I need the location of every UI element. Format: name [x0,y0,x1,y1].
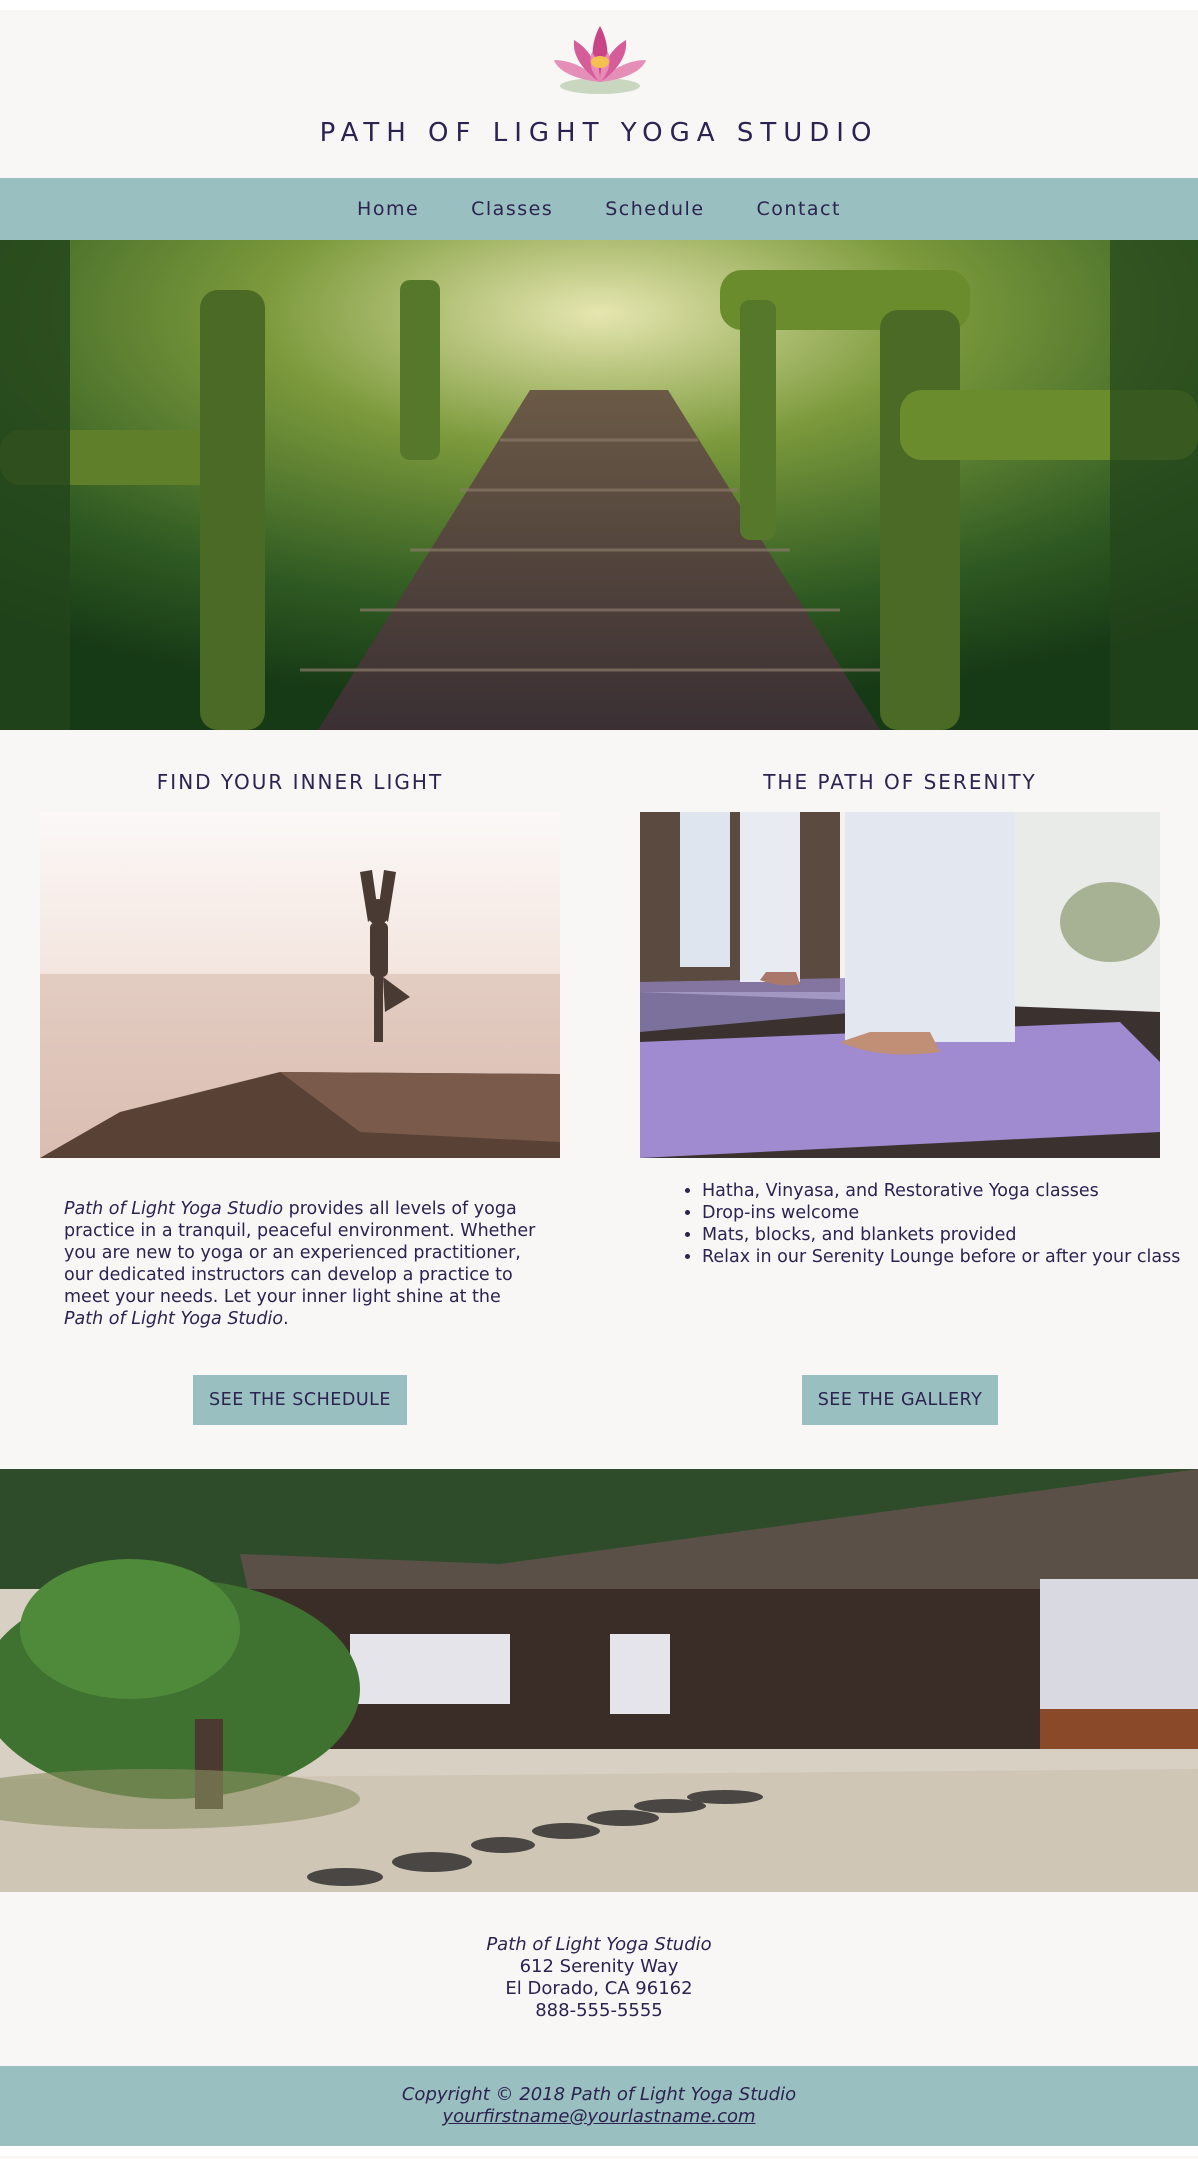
see-gallery-button[interactable]: SEE THE GALLERY [802,1375,998,1425]
top-gap [0,0,1198,10]
studio-description: Path of Light Yoga Studio provides all l… [64,1198,544,1330]
feature-list: Hatha, Vinyasa, and Restorative Yoga cla… [664,1180,1192,1268]
right-heading: THE PATH OF SERENITY [763,770,1037,794]
nav-contact[interactable]: Contact [731,178,867,240]
left-heading: FIND YOUR INNER LIGHT [156,770,444,794]
page: PATH OF LIGHT YOGA STUDIO Home Classes S… [0,0,1198,2159]
feature-item: Drop-ins welcome [702,1202,1192,1224]
japanese-garden-picture [0,1469,1198,1892]
content-section: FIND YOUR INNER LIGHT Path of Light Yoga… [0,730,1198,1469]
address-city: El Dorado, CA 96162 [505,1978,693,1999]
hero-image [0,240,1198,730]
feature-item: Mats, blocks, and blankets provided [702,1224,1192,1246]
studio-name-end: Path of Light Yoga Studio [64,1308,284,1329]
nav-classes[interactable]: Classes [445,178,579,240]
lotus-flower-icon [554,26,646,94]
address-street: 612 Serenity Way [519,1956,679,1977]
email-link[interactable]: yourfirstname@yourlastname.com [442,2106,755,2127]
site-title: PATH OF LIGHT YOGA STUDIO [319,118,879,148]
forest-path-picture [0,240,1198,730]
site-header: PATH OF LIGHT YOGA STUDIO [0,10,1198,178]
see-schedule-button[interactable]: SEE THE SCHEDULE [193,1375,407,1425]
garden-image [0,1469,1198,1892]
nav-schedule[interactable]: Schedule [579,178,730,240]
address-phone: 888-555-5555 [535,2000,663,2021]
address-studio-name: Path of Light Yoga Studio [486,1934,712,1955]
copyright-text: Copyright © 2018 Path of Light Yoga Stud… [401,2084,797,2105]
bottom-gap [0,2146,1198,2156]
description-end: . [283,1308,289,1329]
nav-home[interactable]: Home [331,178,445,240]
feature-item: Relax in our Serenity Lounge before or a… [702,1246,1192,1268]
yoga-seaside-image [40,812,560,1158]
main-nav: Home Classes Schedule Contact [0,178,1198,240]
feature-item: Hatha, Vinyasa, and Restorative Yoga cla… [702,1180,1192,1202]
studio-name-start: Path of Light Yoga Studio [64,1198,284,1219]
yoga-mats-picture [640,812,1160,1158]
yoga-mats-image [640,812,1160,1158]
address-block: Path of Light Yoga Studio 612 Serenity W… [0,1892,1198,2066]
yoga-pose-picture [40,812,560,1158]
site-footer: Copyright © 2018 Path of Light Yoga Stud… [0,2066,1198,2146]
